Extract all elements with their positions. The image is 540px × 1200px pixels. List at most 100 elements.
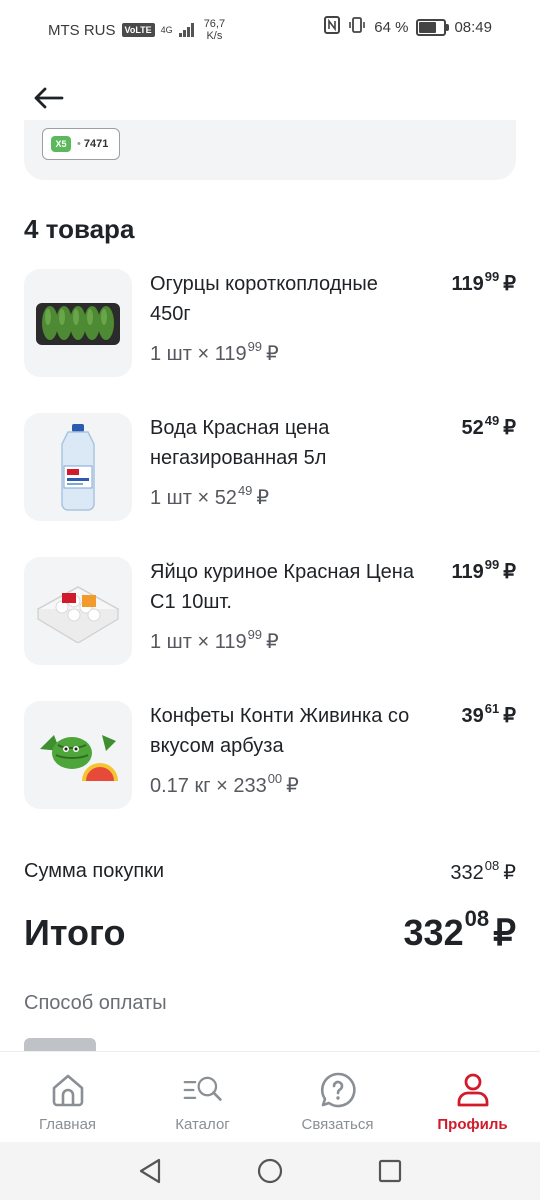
list-item[interactable]: Огурцы короткоплодные 450г 1 шт × 11999 ₽… [24,269,516,379]
product-name: Огурцы короткоплодные 450г [150,273,378,325]
product-name: Конфеты Конти Живинка со вкусом арбуза [150,705,410,757]
currency-sign: ₽ [256,487,270,509]
price-kop: 49 [484,413,500,428]
quantity-label: 0.17 кг × [150,775,228,797]
price-main: 52 [461,417,484,439]
price-main: 119 [451,561,484,583]
total-value: 33208 ₽ [403,906,516,954]
nav-label: Главная [38,1116,97,1133]
vibrate-icon [348,16,366,38]
nav-label: Каталог [175,1116,230,1133]
bottom-navigation: Главная Каталог Связаться Профиль [0,1052,540,1142]
catalog-search-icon [183,1070,223,1110]
nav-home[interactable]: Главная [0,1052,135,1142]
price-main: 39 [461,705,484,727]
currency-sign: ₽ [503,273,516,295]
product-price: 11999 ₽ [451,557,516,584]
unit-price-main: 233 [233,775,267,797]
quantity-label: 1 шт × [150,631,210,653]
sum-kop: 08 [484,858,500,873]
network-type: 4G [160,24,173,35]
product-image-egg-tray [24,557,132,665]
nav-profile[interactable]: Профиль [405,1052,540,1142]
currency-sign: ₽ [266,343,279,365]
product-image-water-bottle [24,413,132,521]
signal-icon [178,23,194,37]
currency-sign: ₽ [503,862,516,884]
product-image-cucumbers [24,269,132,377]
net-speed-value: 76,7 [203,18,226,30]
status-right: 64 % 08:49 [324,16,492,38]
product-price: 5249 ₽ [461,413,516,440]
purchase-sum-value: 33208 ₽ [450,858,516,885]
list-item[interactable]: Конфеты Конти Живинка со вкусом арбуза 0… [24,701,516,811]
circle-home-icon [257,1158,283,1184]
sum-main: 332 [450,862,484,884]
question-bubble-icon [318,1070,358,1110]
currency-sign: ₽ [493,912,516,953]
quantity-label: 1 шт × [150,487,210,509]
nav-catalog[interactable]: Каталог [135,1052,270,1142]
product-quantity: 0.17 кг × 23300 ₽ [150,771,299,798]
payment-method-label: Способ оплаты [24,992,167,1014]
currency-sign: ₽ [286,775,299,797]
loyalty-card-badge[interactable]: X5 7471 [42,128,120,160]
purchase-sum-label: Сумма покупки [24,860,165,882]
back-button[interactable] [30,80,66,116]
arrow-left-icon [34,87,64,109]
list-item[interactable]: Вода Красная цена негазированная 5л 1 шт… [24,413,516,523]
carrier-name: MTS RUS [48,21,116,39]
home-icon [48,1070,88,1110]
unit-price-main: 52 [214,487,237,509]
system-home-button[interactable] [250,1151,290,1191]
quantity-label: 1 шт × [150,343,210,365]
product-name: Вода Красная цена негазированная 5л [150,417,330,469]
product-quantity: 1 шт × 11999 ₽ [150,339,279,366]
clock: 08:49 [454,18,492,36]
price-kop: 99 [484,557,500,572]
currency-sign: ₽ [503,705,516,727]
total-main: 332 [403,912,464,953]
status-left: MTS RUS VoLTE 4G 76,7 K/s [48,18,225,42]
unit-price-main: 119 [214,343,247,365]
system-navigation-bar [0,1142,540,1200]
price-main: 119 [451,273,484,295]
total-kop: 08 [464,906,490,931]
product-price: 3961 ₽ [461,701,516,728]
nfc-icon [324,16,341,38]
price-kop: 99 [484,269,500,284]
loyalty-card-panel: X5 7471 [24,120,516,180]
nav-label: Связаться [301,1116,374,1133]
currency-sign: ₽ [266,631,279,653]
payment-card-icon [24,1038,96,1052]
net-speed: 76,7 K/s [204,18,225,42]
net-speed-unit: K/s [206,30,223,42]
nav-label: Профиль [437,1116,508,1133]
x5-logo-icon: X5 [51,136,71,152]
system-recents-button[interactable] [370,1151,410,1191]
product-quantity: 1 шт × 11999 ₽ [150,627,279,654]
total-label: Итого [24,912,126,953]
product-image-watermelon-candy [24,701,132,809]
status-bar: MTS RUS VoLTE 4G 76,7 K/s 64 % 08:49 [0,0,540,54]
currency-sign: ₽ [503,561,516,583]
unit-price-kop: 99 [247,339,263,354]
system-back-button[interactable] [130,1151,170,1191]
battery-percent: 64 % [374,18,409,36]
product-name: Яйцо куриное Красная Цена С1 10шт. [150,561,414,613]
currency-sign: ₽ [503,417,516,439]
product-quantity: 1 шт × 5249 ₽ [150,483,270,510]
square-recents-icon [378,1159,402,1183]
nav-contact[interactable]: Связаться [270,1052,405,1142]
volte-badge: VoLTE [121,23,155,37]
price-kop: 61 [484,701,500,716]
unit-price-main: 119 [214,631,247,653]
list-item[interactable]: Яйцо куриное Красная Цена С1 10шт. 1 шт … [24,557,516,667]
unit-price-kop: 00 [267,771,283,786]
unit-price-kop: 99 [247,627,263,642]
profile-icon [453,1070,493,1110]
triangle-back-icon [139,1158,161,1184]
battery-icon [416,18,450,36]
loyalty-card-number: 7471 [77,138,108,150]
product-price: 11999 ₽ [451,269,516,296]
